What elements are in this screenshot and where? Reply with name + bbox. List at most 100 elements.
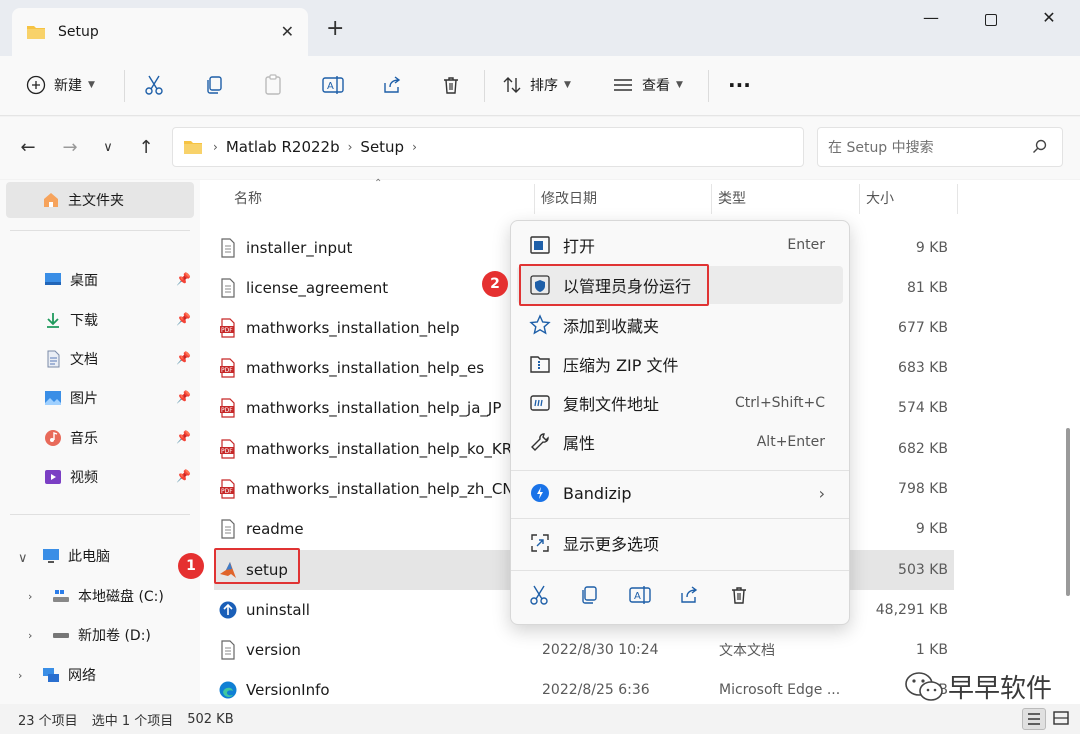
menu-label: 显示更多选项	[563, 535, 660, 554]
menu-label: 压缩为 ZIP 文件	[563, 356, 679, 375]
edge-icon	[219, 681, 237, 699]
menu-item-copy-path[interactable]: 复制文件地址 Ctrl+Shift+C	[517, 384, 843, 422]
menu-item-add-favorites[interactable]: 添加到收藏夹	[517, 306, 843, 344]
context-copy-button[interactable]	[575, 581, 625, 609]
pin-icon: 📌	[176, 469, 191, 483]
up-button[interactable]: ↑	[134, 137, 158, 161]
minimize-button[interactable]: —	[908, 8, 954, 32]
highlight-box-setup	[214, 548, 300, 584]
view-icon	[614, 79, 632, 91]
videos-icon	[45, 470, 61, 484]
sort-ascending-icon: ⌃	[374, 178, 383, 189]
nav-label: 新加卷 (D:)	[78, 628, 151, 644]
paste-button[interactable]	[263, 70, 283, 100]
file-row[interactable]: version 2022/8/30 10:24 文本文档 1 KB	[214, 630, 954, 670]
nav-item-desktop[interactable]: 桌面	[0, 262, 98, 298]
rename-icon: A	[629, 586, 651, 604]
pin-icon: 📌	[176, 351, 191, 365]
column-header-size[interactable]: 大小	[866, 188, 894, 208]
column-divider	[957, 184, 958, 214]
svg-text:PDF: PDF	[221, 488, 233, 495]
share-icon	[681, 586, 698, 603]
file-name: mathworks_installation_help_es	[246, 359, 485, 377]
breadcrumb-chevron-icon: ›	[412, 140, 417, 154]
file-size: 677 KB	[898, 320, 948, 336]
column-header-name[interactable]: 名称	[234, 188, 262, 208]
pdf-icon: PDF	[220, 479, 235, 499]
file-size: 682 KB	[898, 441, 948, 457]
nav-item-pictures[interactable]: 图片	[0, 380, 98, 416]
pin-icon: 📌	[176, 272, 191, 286]
tab-close-icon[interactable]: ✕	[281, 22, 294, 41]
file-date: 2022/8/25 6:36	[542, 682, 650, 698]
address-bar[interactable]: › Matlab R2022b › Setup › ∨ ↻	[172, 127, 962, 167]
file-size: 798 KB	[898, 481, 948, 497]
cut-button[interactable]	[144, 70, 164, 100]
tab-setup[interactable]: Setup ✕	[12, 8, 308, 56]
nav-item-this-pc[interactable]: 此电脑	[0, 538, 110, 574]
file-name: mathworks_installation_help_ja_JP	[246, 399, 502, 417]
text-file-icon	[221, 278, 235, 298]
column-divider	[711, 184, 712, 214]
nav-label: 网络	[68, 668, 96, 684]
menu-item-properties[interactable]: 属性 Alt+Enter	[517, 423, 843, 461]
details-view-button[interactable]	[1022, 708, 1046, 730]
nav-label: 桌面	[70, 273, 98, 289]
breadcrumb-setup[interactable]: Setup	[360, 138, 404, 156]
nav-item-network[interactable]: 网络	[0, 657, 96, 693]
recent-dropdown-button[interactable]: ∨	[96, 137, 120, 161]
chevron-down-icon: ▼	[88, 80, 95, 90]
context-delete-button[interactable]	[725, 581, 775, 609]
nav-divider	[10, 230, 190, 231]
search-input[interactable]: 在 Setup 中搜索	[817, 127, 1063, 167]
menu-item-open[interactable]: 打开 Enter	[517, 226, 843, 264]
toolbar-divider	[484, 70, 485, 102]
column-header-date[interactable]: 修改日期	[541, 188, 597, 208]
nav-item-documents[interactable]: 文档	[0, 341, 98, 377]
new-tab-button[interactable]: +	[326, 18, 344, 40]
maximize-icon	[985, 14, 997, 26]
menu-label: 属性	[563, 434, 596, 453]
nav-item-videos[interactable]: 视频	[0, 459, 98, 495]
column-header-type[interactable]: 类型	[718, 188, 746, 208]
zip-folder-icon	[530, 356, 550, 373]
search-placeholder: 在 Setup 中搜索	[828, 140, 934, 156]
context-cut-button[interactable]	[525, 581, 575, 609]
menu-item-compress-zip[interactable]: 压缩为 ZIP 文件	[517, 345, 843, 383]
back-button[interactable]: ←	[16, 137, 40, 161]
nav-item-download[interactable]: 下载	[0, 302, 98, 338]
share-icon	[384, 76, 401, 93]
svg-text:PDF: PDF	[221, 407, 233, 414]
nav-label: 此电脑	[68, 549, 110, 565]
maximize-button[interactable]	[968, 8, 1014, 32]
navigation-pane: 主文件夹 桌面 📌 下载 📌 文档 📌 图片 📌 音乐 📌 视频 📌 ∨ 此电脑…	[0, 180, 200, 704]
new-button[interactable]: 新建 ▼	[26, 70, 95, 100]
copy-button[interactable]	[204, 70, 224, 100]
forward-button[interactable]: →	[58, 137, 82, 161]
delete-button[interactable]	[441, 70, 461, 100]
nav-item-drive-d[interactable]: 新加卷 (D:)	[0, 617, 151, 653]
nav-label: 视频	[70, 470, 98, 486]
nav-item-music[interactable]: 音乐	[0, 420, 98, 456]
tiles-view-button[interactable]	[1050, 708, 1074, 730]
view-button[interactable]: 查看 ▼	[612, 70, 683, 100]
sort-button[interactable]: 排序 ▼	[502, 70, 571, 100]
close-button[interactable]: ✕	[1026, 8, 1072, 32]
status-selected: 选中 1 个项目	[91, 713, 174, 729]
context-share-button[interactable]	[675, 581, 725, 609]
menu-label: Bandizip	[563, 483, 632, 503]
pdf-icon: PDF	[220, 358, 235, 378]
menu-item-more-options[interactable]: 显示更多选项	[517, 524, 843, 562]
menu-item-bandizip[interactable]: Bandizip ›	[517, 474, 843, 512]
vertical-scrollbar[interactable]	[1066, 428, 1070, 596]
nav-item-home[interactable]: 主文件夹	[6, 182, 194, 218]
rename-button[interactable]: A	[322, 70, 344, 100]
share-button[interactable]	[382, 70, 402, 100]
context-rename-button[interactable]: A	[625, 581, 675, 609]
scissors-icon	[145, 75, 163, 95]
nav-item-drive-c[interactable]: 本地磁盘 (C:)	[0, 578, 164, 614]
watermark: 早早软件	[904, 668, 1052, 705]
more-button[interactable]: ···	[728, 70, 751, 100]
open-icon	[530, 236, 550, 254]
breadcrumb-matlab[interactable]: Matlab R2022b	[226, 138, 340, 156]
